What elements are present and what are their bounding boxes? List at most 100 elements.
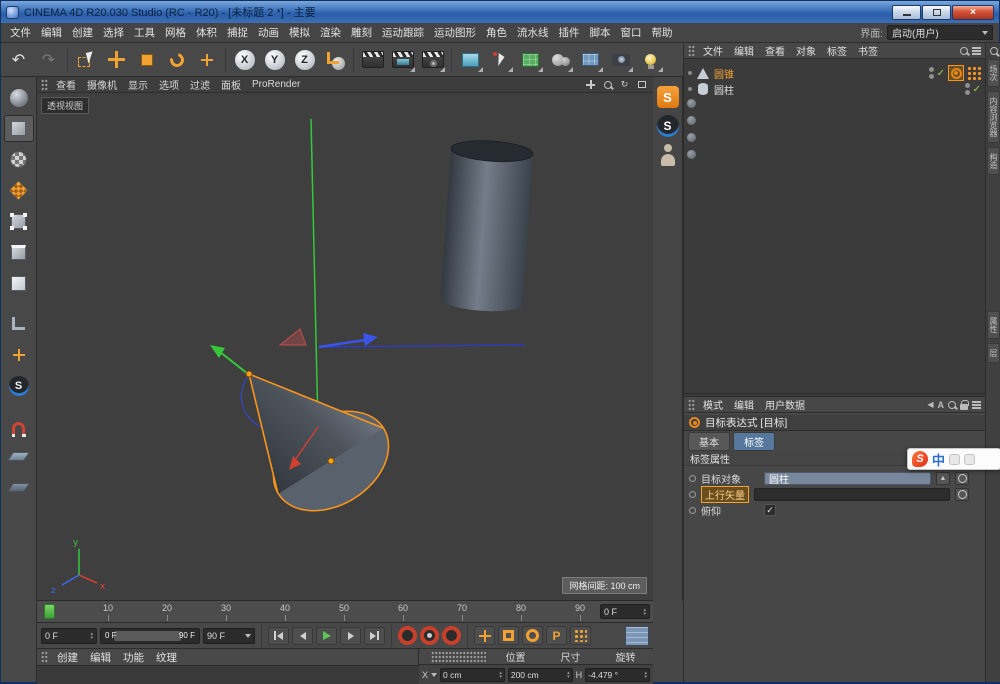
menu-item-help[interactable]: 帮助	[647, 23, 678, 42]
frame-field[interactable]: 0 F ▴▾	[600, 604, 650, 619]
om-menu-tags[interactable]: 标签	[822, 42, 852, 59]
viewport-canvas[interactable]: y x z	[37, 93, 653, 601]
minimize-button[interactable]	[892, 5, 921, 20]
cone-apex-handle[interactable]	[246, 371, 252, 377]
mat-menu-texture[interactable]: 纹理	[151, 648, 182, 667]
mat-menu-edit[interactable]: 编辑	[85, 648, 116, 667]
record-rotation-toggle[interactable]	[522, 626, 543, 645]
tab-basic[interactable]: 基本	[688, 432, 730, 451]
render-picture-viewer-button[interactable]	[388, 45, 417, 74]
vp-menu-options[interactable]: 选项	[154, 76, 184, 93]
om-menu-file[interactable]: 文件	[698, 42, 728, 59]
points-mode-button[interactable]	[4, 208, 34, 235]
am-lock-icon[interactable]	[960, 404, 968, 410]
tab-attributes[interactable]: 属性	[987, 311, 1000, 339]
panel-grip-icon[interactable]	[41, 79, 48, 91]
om-search-icon[interactable]	[960, 47, 968, 55]
menu-item-animate[interactable]: 动画	[253, 23, 284, 42]
move-tool[interactable]	[102, 45, 131, 74]
om-menu-view[interactable]: 查看	[760, 42, 790, 59]
ime-keyboard-icon[interactable]	[949, 454, 960, 465]
viewport-rotate-icon[interactable]: ↻	[618, 79, 631, 91]
vp-menu-prorender[interactable]: ProRender	[247, 78, 305, 91]
panel-grip-icon[interactable]	[688, 399, 695, 411]
subdivision-surface-dropdown[interactable]	[516, 45, 545, 74]
am-text-icon[interactable]: A	[938, 400, 945, 410]
scale-tool[interactable]	[132, 45, 161, 74]
rotation-h-field[interactable]: -4.479 ° ▴▾	[585, 668, 650, 682]
pitch-checkbox[interactable]: ✓	[764, 504, 776, 516]
previous-frame-button[interactable]	[292, 627, 313, 645]
stepper-icon[interactable]: ▴▾	[90, 632, 93, 640]
om-menu-edit[interactable]: 编辑	[729, 42, 759, 59]
y-axis-lock-button[interactable]: Y	[260, 45, 289, 74]
visibility-dots-icon[interactable]	[929, 67, 934, 79]
rotation-band[interactable]	[280, 329, 306, 345]
tab-tag[interactable]: 标签	[733, 432, 775, 451]
x-axis-lock-button[interactable]: X	[230, 45, 259, 74]
side-search-icon[interactable]	[990, 47, 998, 55]
object-row-cylinder[interactable]: 圆柱 ✓	[688, 81, 981, 97]
redo-button[interactable]: ↷	[34, 45, 63, 74]
ime-logo-icon[interactable]: S	[912, 451, 928, 467]
om-menu-bookmarks[interactable]: 书签	[853, 42, 883, 59]
mat-menu-create[interactable]: 创建	[52, 648, 83, 667]
om-menu-objects[interactable]: 对象	[791, 42, 821, 59]
menu-item-render[interactable]: 渲染	[315, 23, 346, 42]
menu-item-character[interactable]: 角色	[481, 23, 512, 42]
menu-item-file[interactable]: 文件	[5, 23, 36, 42]
menu-item-simulate[interactable]: 模拟	[284, 23, 315, 42]
viewport-maximize-icon[interactable]	[635, 79, 648, 91]
vp-menu-panel[interactable]: 面板	[216, 76, 246, 93]
z-axis-lock-button[interactable]: Z	[290, 45, 319, 74]
workplane-axis-button[interactable]	[4, 310, 34, 337]
maximize-button[interactable]	[922, 5, 951, 20]
position-x-field[interactable]: 0 cm ▴▾	[440, 668, 505, 682]
make-editable-button[interactable]	[4, 84, 34, 111]
tab-layers[interactable]: 层	[987, 343, 1000, 363]
sketch-layout-icon[interactable]: S	[657, 115, 679, 137]
target-object-field[interactable]: 圆柱	[764, 472, 931, 485]
sculpt-layout-icon[interactable]: S	[657, 86, 679, 108]
end-frame-field[interactable]: 90 F	[203, 628, 255, 644]
texture-axis-mode-button[interactable]	[4, 177, 34, 204]
close-button[interactable]: ×	[952, 5, 994, 20]
am-menu-mode[interactable]: 模式	[698, 396, 728, 413]
tab-structure[interactable]: 构造	[987, 147, 1000, 175]
polygons-mode-button[interactable]	[4, 270, 34, 297]
target-tag-icon[interactable]	[948, 65, 964, 81]
keyframe-dot-icon[interactable]	[689, 507, 696, 514]
tab-takes[interactable]: 场次	[987, 59, 1000, 87]
am-menu-edit[interactable]: 编辑	[729, 396, 759, 413]
record-position-toggle[interactable]	[474, 626, 495, 645]
current-frame-field[interactable]: 0 F ▴▾	[41, 628, 97, 644]
next-frame-button[interactable]	[340, 627, 361, 645]
link-up-icon[interactable]: ▲	[936, 472, 950, 485]
object-name[interactable]: 圆锥	[714, 66, 734, 81]
menu-item-plugins[interactable]: 插件	[554, 23, 585, 42]
live-selection-tool[interactable]	[72, 45, 101, 74]
menu-item-mograph[interactable]: 运动图形	[429, 23, 481, 42]
play-button[interactable]	[316, 627, 337, 645]
link-picker-icon[interactable]	[955, 488, 969, 501]
am-menu-icon[interactable]	[972, 404, 981, 406]
menu-item-snap[interactable]: 捕捉	[222, 23, 253, 42]
tab-content-browser[interactable]: 内容浏览器	[987, 91, 1000, 143]
y-axis-line[interactable]	[311, 119, 318, 427]
viewport-zoom-icon[interactable]	[601, 79, 614, 91]
object-name[interactable]: 圆柱	[714, 82, 734, 97]
vp-menu-filter[interactable]: 过滤	[185, 76, 215, 93]
preview-range-slider[interactable]: 0 F 90 F	[100, 628, 200, 644]
panel-grip-icon[interactable]	[431, 651, 486, 663]
playhead-marker[interactable]	[44, 604, 55, 619]
green-axis-arrow[interactable]	[210, 345, 248, 374]
menu-item-window[interactable]: 窗口	[616, 23, 647, 42]
object-list[interactable]: 圆锥 ✓ 圆柱 ✓	[684, 59, 985, 393]
model-mode-button[interactable]	[4, 115, 34, 142]
enable-check-icon[interactable]: ✓	[937, 68, 945, 79]
cone-object[interactable]	[246, 371, 407, 531]
record-scale-toggle[interactable]	[498, 626, 519, 645]
goto-start-button[interactable]	[268, 627, 289, 645]
light-dropdown[interactable]	[636, 45, 665, 74]
menu-item-mesh[interactable]: 网格	[160, 23, 191, 42]
